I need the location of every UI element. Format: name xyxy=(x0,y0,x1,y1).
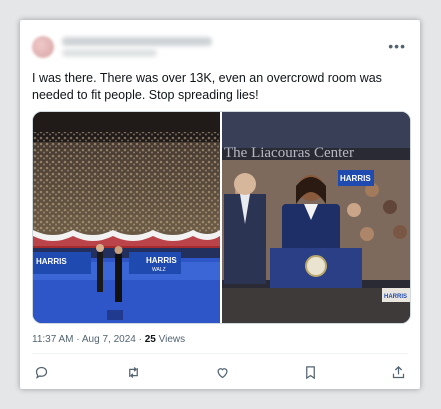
redacted-handle xyxy=(62,49,157,57)
bookmark-icon[interactable] xyxy=(301,363,319,381)
media-photo-left[interactable]: HARRIS HARRIS WALZ xyxy=(33,112,220,323)
center-stage-sign: HARRIS xyxy=(146,256,177,265)
tweet-meta: 11:37 AM · Aug 7, 2024 · 25 Views xyxy=(32,334,185,345)
tweet-media[interactable]: HARRIS HARRIS WALZ The Liacouras Center xyxy=(32,111,411,324)
meta-separator-2: · xyxy=(138,334,142,345)
tweet-actions xyxy=(32,363,408,381)
meta-separator: · xyxy=(76,334,80,345)
corner-sign: HARRIS xyxy=(384,294,407,300)
share-icon[interactable] xyxy=(389,363,407,381)
tweet-text: I was there. There was over 13K, even an… xyxy=(32,71,382,102)
actions-divider xyxy=(32,353,408,354)
venue-banner: The Liacouras Center xyxy=(224,145,354,161)
tweet-header: ••• xyxy=(32,34,408,62)
left-stage-sign: HARRIS xyxy=(36,257,67,266)
views-count: 25 xyxy=(144,334,156,345)
redacted-display-name xyxy=(62,37,212,46)
retweet-icon[interactable] xyxy=(124,363,142,381)
more-options-icon[interactable]: ••• xyxy=(388,38,406,54)
crowd-sign: HARRIS xyxy=(340,174,371,183)
views-label: Views xyxy=(158,334,186,345)
tweet-date[interactable]: Aug 7, 2024 xyxy=(82,334,136,345)
reply-icon[interactable] xyxy=(32,363,50,381)
tweet-card: ••• I was there. There was over 13K, eve… xyxy=(20,20,420,389)
media-photo-right[interactable]: The Liacouras Center HARRIS HARRIS xyxy=(222,112,410,323)
avatar[interactable] xyxy=(32,36,54,58)
center-stage-sign-sub: WALZ xyxy=(152,267,166,273)
heart-icon[interactable] xyxy=(213,363,231,381)
tweet-time[interactable]: 11:37 AM xyxy=(32,334,74,345)
